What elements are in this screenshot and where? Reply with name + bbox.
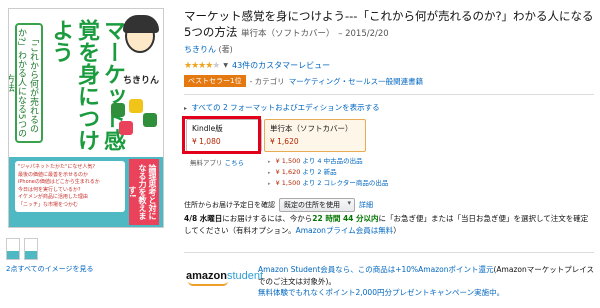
kindle-highlight-box [182, 116, 261, 154]
bullet-icon: ▸ [268, 170, 271, 176]
prime-link[interactable]: Amazonプライム会員は無料 [296, 226, 394, 235]
rating-row: ★★★★★ ▼ 43件のカスタマーレビュー [184, 60, 330, 71]
divider [184, 94, 594, 95]
cover-bullet-list: "ジャパネットたかた"になぜ人気? 最後の価値に最善を示せるのか iPhoneの… [15, 161, 125, 212]
cover-subtitle: 「これから何が売れるのか?」わかる人になる5つの方法 [9, 23, 43, 143]
product-title: マーケット感覚を身につけよう---「これから何が売れるのか?」わかる人になる5つ… [184, 8, 594, 42]
chevron-right-icon: ▸ [184, 105, 188, 112]
student-promo: Amazon Student会員なら、この商品は+10%Amazonポイント還元… [258, 265, 594, 297]
cover-author: ちきりん [123, 76, 160, 86]
divider [184, 252, 594, 253]
format-paperback-price: ¥ 1,620 [270, 137, 299, 146]
cover-bullet: イケメンが商品に活用した理由 [18, 194, 88, 200]
thumbnail-2[interactable] [24, 238, 38, 260]
offer-used-link[interactable]: ¥ 1,500 より 4 中古品の出品 [276, 157, 363, 165]
delivery-time-left: 22 時間 44 分以内 [312, 214, 379, 223]
bullet-icon: ▸ [268, 159, 271, 165]
offer-row: ▸ ¥ 1,620 より 2 新品 [268, 167, 388, 178]
bestseller-category-link[interactable]: マーケティング・セールス一般関連書籍 [289, 76, 423, 87]
delivery-label: 住所からお届け予定日を確認 [184, 201, 275, 209]
author-illustration [123, 15, 159, 53]
cover-bullet: 今日は何を実行しているか? [18, 186, 81, 193]
star-rating-icon[interactable]: ★★★★★ [184, 61, 220, 71]
format-paperback[interactable]: 単行本（ソフトカバー） ¥ 1,620 [264, 119, 366, 152]
review-count-link[interactable]: 43件のカスタマーレビュー [232, 60, 330, 71]
image-thumbnails [6, 238, 38, 260]
cover-callout: 論理思考と対になる力を教えます! [128, 159, 159, 225]
delivery-note: 4/8 水曜日にお届けするには、今から22 時間 44 分以内に「お急ぎ便」また… [184, 214, 589, 235]
bestseller-row: ベストセラー1位 - カテゴリ マーケティング・セールス一般関連書籍 [184, 75, 423, 87]
bestseller-prefix: - カテゴリ [249, 76, 285, 86]
format-paperback-name: 単行本（ソフトカバー） [270, 124, 353, 133]
cover-bullet: 最後の価値に最善を示せるのか [18, 171, 89, 178]
bullet-icon: ▸ [268, 181, 271, 187]
product-format: 単行本（ソフトカバー） [240, 29, 335, 39]
author-link[interactable]: ちきりん [184, 45, 216, 54]
kindle-app-label: 無料アプリ [190, 159, 223, 167]
delivery-details-link[interactable]: 詳細 [359, 200, 373, 210]
all-formats-row: ▸ すべての 2 フォーマットおよびエディションを表示する [184, 102, 380, 113]
cover-bullet: iPhoneの価値はどこから生まれるか [18, 179, 100, 185]
kindle-app-link[interactable]: こちら [225, 159, 245, 167]
author-role: (著) [218, 45, 233, 54]
all-formats-link[interactable]: すべての 2 フォーマットおよびエディションを表示する [191, 103, 379, 112]
cover-bullet: 「ニッチ」な市場をつかむ [18, 201, 79, 208]
delivery-row: 住所からお届け予定日を確認 既定の住所を使用 詳細 [184, 198, 373, 212]
offer-collector-link[interactable]: ¥ 1,500 より 2 コレクター商品の出品 [276, 179, 389, 187]
student-trial-link[interactable]: 無料体験でもれなくポイント2,000円分プレゼントキャンペーン実施中。 [258, 288, 504, 297]
author-line: ちきりん (著) [184, 44, 233, 55]
student-points-link[interactable]: Amazon Student会員なら、この商品は+10%Amazonポイント還元 [258, 265, 493, 274]
offer-new-link[interactable]: ¥ 1,620 より 2 新品 [276, 168, 337, 176]
address-select[interactable]: 既定の住所を使用 [279, 198, 355, 212]
book-cover-image[interactable]: 「これから何が売れるのか?」わかる人になる5つの方法 マーケット感覚を身につけよ… [8, 8, 164, 228]
thumbnail-1[interactable] [6, 238, 20, 260]
cover-bullet: "ジャパネットたかた"になぜ人気? [18, 164, 96, 170]
cover-icons [109, 99, 159, 139]
product-date: – 2015/2/20 [338, 29, 389, 39]
kindle-free-app: 無料アプリ こちら [190, 157, 244, 167]
offers-list: ▸ ¥ 1,500 より 4 中古品の出品 ▸ ¥ 1,620 より 2 新品 … [268, 156, 388, 189]
amazon-student-logo[interactable]: amazonstudent [186, 270, 263, 286]
bestseller-badge[interactable]: ベストセラー1位 [184, 75, 246, 87]
see-all-images-link[interactable]: 2点すべてのイメージを見る [6, 264, 94, 274]
delivery-date: 4/8 水曜日 [184, 214, 223, 223]
offer-row: ▸ ¥ 1,500 より 2 コレクター商品の出品 [268, 178, 388, 189]
offer-row: ▸ ¥ 1,500 より 4 中古品の出品 [268, 156, 388, 167]
amazon-smile-icon [188, 281, 228, 286]
chevron-down-icon[interactable]: ▼ [223, 62, 228, 69]
